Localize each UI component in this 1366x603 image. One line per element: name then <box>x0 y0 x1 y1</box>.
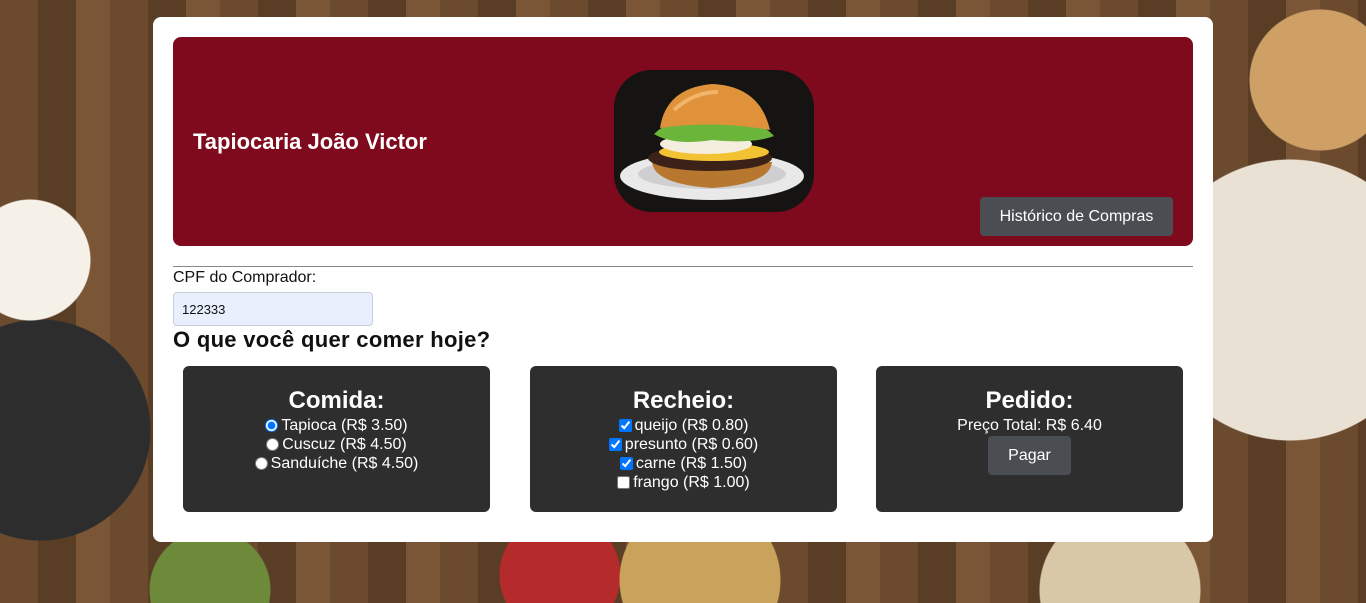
food-radio-sanduiche[interactable] <box>254 457 268 470</box>
header-banner: Tapiocaria João Victor Histórico de Comp… <box>173 37 1193 246</box>
filling-checkbox-frango[interactable] <box>617 476 631 489</box>
food-option-sanduiche: Sanduíche (R$ 4.50) <box>183 454 490 473</box>
total-price: Preço Total: R$ 6.40 <box>957 417 1102 434</box>
burger-image <box>614 70 814 212</box>
filling-checkbox-presunto[interactable] <box>608 438 622 451</box>
order-panel: Pedido: Preço Total: R$ 6.40 Pagar <box>876 366 1183 512</box>
main-card: Tapiocaria João Victor Histórico de Comp… <box>153 17 1213 542</box>
food-option-label: Sanduíche (R$ 4.50) <box>270 454 419 472</box>
food-option-cuscuz: Cuscuz (R$ 4.50) <box>183 435 490 454</box>
filling-option-queijo: queijo (R$ 0.80) <box>530 416 837 435</box>
food-panel-title: Comida: <box>288 387 385 414</box>
filling-option-label: queijo (R$ 0.80) <box>634 416 749 434</box>
food-option-tapioca: Tapioca (R$ 3.50) <box>183 416 490 435</box>
divider <box>173 266 1193 267</box>
menu-question: O que você quer comer hoje? <box>173 327 491 352</box>
food-option-label: Tapioca (R$ 3.50) <box>281 416 408 434</box>
food-radio-tapioca[interactable] <box>265 419 279 432</box>
food-radio-cuscuz[interactable] <box>266 438 280 451</box>
filling-option-frango: frango (R$ 1.00) <box>530 473 837 492</box>
food-panel: Comida: Tapioca (R$ 3.50) Cuscuz (R$ 4.5… <box>183 366 490 512</box>
filling-checkbox-carne[interactable] <box>619 457 633 470</box>
filling-option-label: carne (R$ 1.50) <box>635 454 748 472</box>
cpf-input[interactable] <box>173 292 373 326</box>
cpf-label: CPF do Comprador: <box>173 269 317 286</box>
brand-title: Tapiocaria João Victor <box>193 129 427 154</box>
order-panel-title: Pedido: <box>985 387 1074 414</box>
filling-option-carne: carne (R$ 1.50) <box>530 454 837 473</box>
filling-option-presunto: presunto (R$ 0.60) <box>530 435 837 454</box>
filling-option-label: presunto (R$ 0.60) <box>624 435 759 453</box>
filling-option-label: frango (R$ 1.00) <box>633 473 750 491</box>
filling-panel-title: Recheio: <box>632 387 735 414</box>
burger-illustration <box>614 70 814 212</box>
filling-panel: Recheio: queijo (R$ 0.80) presunto (R$ 0… <box>530 366 837 512</box>
filling-checkbox-queijo[interactable] <box>618 419 632 432</box>
food-option-label: Cuscuz (R$ 4.50) <box>282 435 407 453</box>
purchase-history-button[interactable]: Histórico de Compras <box>980 197 1173 236</box>
pay-button[interactable]: Pagar <box>988 436 1071 475</box>
